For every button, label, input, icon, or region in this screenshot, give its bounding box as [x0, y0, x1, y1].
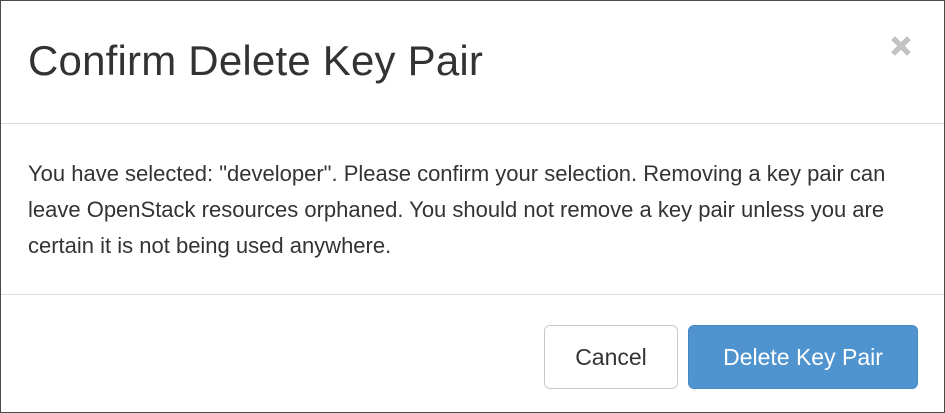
close-button[interactable]: [888, 33, 914, 59]
dialog-header: Confirm Delete Key Pair: [1, 1, 944, 124]
confirm-delete-dialog: Confirm Delete Key Pair You have selecte…: [0, 0, 945, 413]
confirmation-message: You have selected: "developer". Please c…: [28, 161, 886, 258]
close-icon: [888, 33, 914, 59]
cancel-button[interactable]: Cancel: [544, 325, 678, 389]
dialog-title: Confirm Delete Key Pair: [28, 37, 484, 84]
delete-key-pair-button[interactable]: Delete Key Pair: [688, 325, 918, 389]
